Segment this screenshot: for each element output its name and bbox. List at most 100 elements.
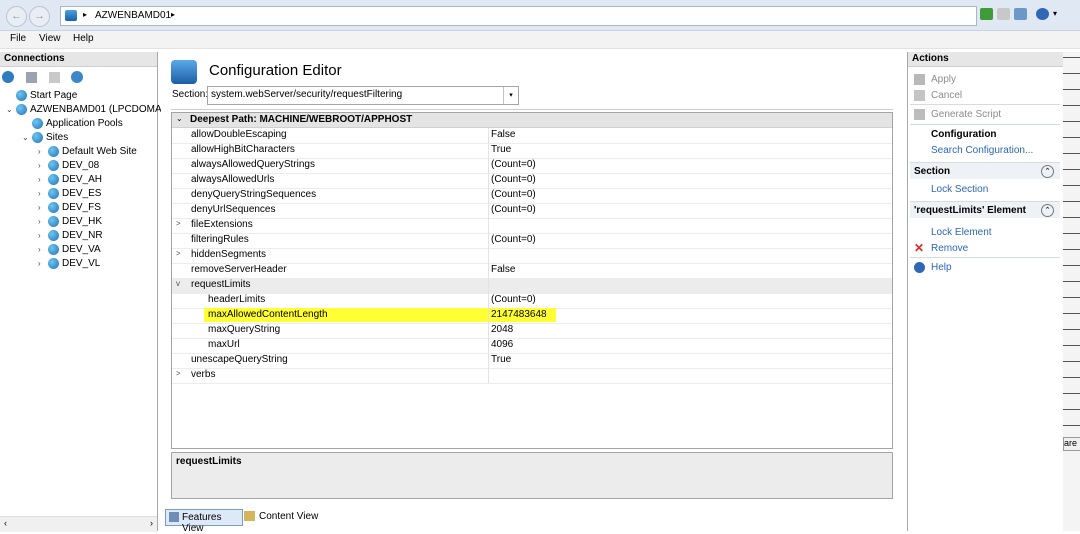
grid-group-header[interactable]: ⌄ Deepest Path: MACHINE/WEBROOT/APPHOST (172, 113, 892, 128)
generate-script-action[interactable]: Generate Script (931, 109, 1001, 120)
tree-expander-icon[interactable]: › (38, 229, 48, 242)
row-value[interactable]: True (491, 144, 511, 155)
grid-row[interactable]: maxUrl 4096 (172, 338, 892, 354)
grid-row[interactable]: unescapeQueryString True (172, 353, 892, 369)
chevron-down-icon[interactable]: ▾ (503, 87, 518, 104)
row-value[interactable]: (Count=0) (491, 294, 536, 305)
tree-expander-icon[interactable]: › (38, 187, 48, 200)
search-configuration-link[interactable]: Search Configuration... (931, 145, 1033, 156)
chevron-down-icon[interactable]: ▾ (1053, 9, 1057, 18)
grid-row[interactable]: > fileExtensions (172, 218, 892, 234)
tree-node[interactable]: › DEV_VA (38, 243, 101, 256)
connect-icon[interactable] (980, 8, 993, 20)
tree-node[interactable]: › Default Web Site (38, 145, 137, 158)
row-value[interactable]: False (491, 264, 515, 275)
apply-action[interactable]: Apply (931, 74, 956, 85)
grid-row[interactable]: removeServerHeader False (172, 263, 892, 279)
scroll-left-icon[interactable]: ‹ (4, 518, 7, 528)
tree-node[interactable]: ⌄ AZWENBAMD01 (LPCDOMAI (6, 103, 164, 116)
row-value[interactable]: 2147483648 (491, 309, 547, 320)
tree-node[interactable]: ⌄ Sites (22, 131, 68, 144)
tab-content-view[interactable]: Content View (244, 509, 324, 524)
row-value[interactable]: (Count=0) (491, 174, 536, 185)
tree-node[interactable]: Start Page (6, 89, 77, 102)
row-value[interactable]: 4096 (491, 339, 513, 350)
lock-section-link[interactable]: Lock Section (931, 184, 988, 195)
tree-node[interactable]: › DEV_AH (38, 173, 102, 186)
grid-row[interactable]: denyUrlSequences (Count=0) (172, 203, 892, 219)
grid-row[interactable]: allowHighBitCharacters True (172, 143, 892, 159)
menu-help[interactable]: Help (73, 33, 94, 44)
tree-expander-icon[interactable]: › (38, 159, 48, 172)
help-icon[interactable] (1036, 8, 1049, 20)
breadcrumb-arrow-icon[interactable]: ▸ (171, 10, 175, 19)
tree-expander-icon[interactable]: ⌄ (22, 131, 32, 144)
tree-node[interactable]: Application Pools (22, 117, 123, 130)
back-button[interactable]: ← (6, 6, 27, 27)
address-box[interactable]: ▸ AZWENBAMD01 ▸ (60, 6, 977, 26)
edge-button[interactable]: are (1063, 437, 1080, 451)
connect-globe-icon[interactable] (2, 71, 14, 83)
grid-row[interactable]: allowDoubleEscaping False (172, 128, 892, 144)
remove-link[interactable]: Remove (931, 243, 968, 254)
horizontal-scrollbar[interactable]: ‹ › (0, 516, 157, 532)
grid-row[interactable]: alwaysAllowedUrls (Count=0) (172, 173, 892, 189)
grid-row[interactable]: headerLimits (Count=0) (172, 293, 892, 309)
grid-row[interactable]: maxQueryString 2048 (172, 323, 892, 339)
save-icon[interactable] (26, 72, 37, 83)
tab-features-view[interactable]: Features View (165, 509, 243, 534)
grid-row[interactable]: alwaysAllowedQueryStrings (Count=0) (172, 158, 892, 174)
disconnect-icon[interactable] (997, 8, 1010, 20)
tree-expander-icon[interactable]: › (38, 201, 48, 214)
lock-element-link[interactable]: Lock Element (931, 227, 992, 238)
row-value[interactable]: (Count=0) (491, 159, 536, 170)
grid-row[interactable]: maxAllowedContentLength 2147483648 (172, 308, 892, 324)
tree-expander-icon[interactable]: › (38, 257, 48, 270)
grid-row[interactable]: denyQueryStringSequences (Count=0) (172, 188, 892, 204)
up-icon[interactable] (49, 72, 60, 83)
forward-button[interactable]: → (29, 6, 50, 27)
collapse-icon[interactable]: ⌃ (1041, 204, 1054, 217)
tree-node[interactable]: › DEV_VL (38, 257, 100, 270)
tree-expander-icon[interactable]: › (38, 243, 48, 256)
tree-node-icon (48, 243, 59, 255)
scroll-right-icon[interactable]: › (150, 518, 153, 528)
menu-view[interactable]: View (39, 33, 61, 44)
delete-connection-icon[interactable] (71, 71, 83, 83)
chevron-down-icon[interactable]: ⌄ (176, 114, 183, 123)
collapse-icon[interactable]: ⌃ (1041, 165, 1054, 178)
grid-row[interactable]: v requestLimits (172, 278, 892, 294)
section-header[interactable]: Section ⌃ (910, 162, 1060, 179)
row-expander-icon[interactable]: > (176, 219, 181, 228)
grid-row[interactable]: > verbs (172, 368, 892, 384)
row-value[interactable]: False (491, 129, 515, 140)
tree-node[interactable]: › DEV_FS (38, 201, 101, 214)
row-name: allowHighBitCharacters (191, 144, 295, 155)
cancel-action[interactable]: Cancel (931, 90, 962, 101)
generate-script-icon (914, 109, 925, 120)
tree-expander-icon[interactable]: ⌄ (6, 103, 16, 116)
tree-node[interactable]: › DEV_NR (38, 229, 103, 242)
element-header[interactable]: 'requestLimits' Element ⌃ (910, 201, 1060, 218)
tree-node[interactable]: › DEV_08 (38, 159, 99, 172)
tree-node[interactable]: › DEV_ES (38, 187, 101, 200)
row-value[interactable]: 2048 (491, 324, 513, 335)
grid-row[interactable]: > hiddenSegments (172, 248, 892, 264)
row-value[interactable]: True (491, 354, 511, 365)
home-icon[interactable] (1014, 8, 1027, 20)
help-link[interactable]: Help (931, 262, 952, 273)
row-expander-icon[interactable]: v (176, 279, 180, 288)
tree-expander-icon[interactable]: › (38, 173, 48, 186)
row-value[interactable]: (Count=0) (491, 204, 536, 215)
grid-row[interactable]: filteringRules (Count=0) (172, 233, 892, 249)
menu-file[interactable]: File (10, 33, 26, 44)
tree-expander-icon[interactable]: › (38, 145, 48, 158)
section-select[interactable]: system.webServer/security/requestFilteri… (207, 86, 519, 105)
row-value[interactable]: (Count=0) (491, 234, 536, 245)
tree-node[interactable]: › DEV_HK (38, 215, 102, 228)
breadcrumb-server[interactable]: AZWENBAMD01 (95, 10, 171, 21)
tree-expander-icon[interactable]: › (38, 215, 48, 228)
row-expander-icon[interactable]: > (176, 369, 181, 378)
row-value[interactable]: (Count=0) (491, 189, 536, 200)
row-expander-icon[interactable]: > (176, 249, 181, 258)
